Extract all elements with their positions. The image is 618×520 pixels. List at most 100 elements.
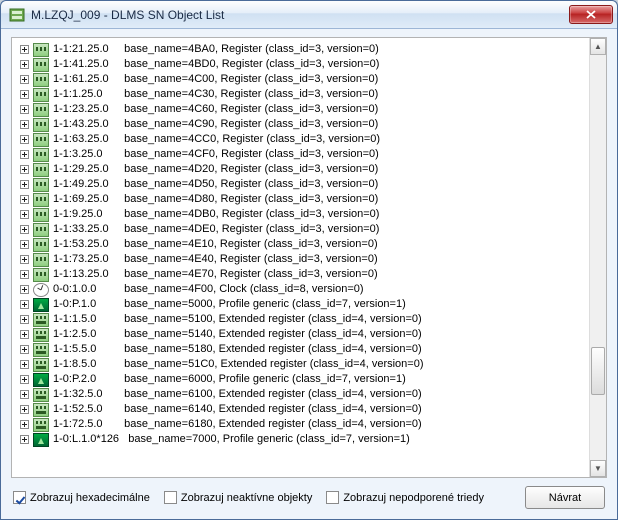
register-icon [33,73,49,87]
row-description: base_name=5140, Extended register (class… [124,327,422,342]
obis-code: 1-1:5.5.0 [53,342,115,357]
tree-row[interactable]: 1-1:23.25.0 base_name=4C60, Register (cl… [14,102,587,117]
expand-icon[interactable] [20,240,29,249]
expand-icon[interactable] [20,315,29,324]
expand-icon[interactable] [20,225,29,234]
footer: Zobrazuj hexadecimálne Zobrazuj neaktívne… [11,478,607,509]
expand-icon[interactable] [20,375,29,384]
register-icon [33,268,49,282]
titlebar[interactable]: M.LZQJ_009 - DLMS SN Object List [1,1,617,29]
tree-row[interactable]: 1-1:8.5.0 base_name=51C0, Extended regis… [14,357,587,372]
expand-icon[interactable] [20,90,29,99]
obis-code: 1-1:1.5.0 [53,312,115,327]
checkbox-box[interactable] [164,491,177,504]
extended-register-icon [33,358,49,372]
tree-row[interactable]: 1-1:32.5.0 base_name=6100, Extended regi… [14,387,587,402]
tree-row[interactable]: 1-1:52.5.0 base_name=6140, Extended regi… [14,402,587,417]
tree-row[interactable]: 1-0:P.2.0 base_name=6000, Profile generi… [14,372,587,387]
obis-code: 1-1:23.25.0 [53,102,115,117]
close-button[interactable] [569,5,613,24]
register-icon [33,253,49,267]
tree-row[interactable]: 1-1:1.25.0 base_name=4C30, Register (cla… [14,87,587,102]
expand-icon[interactable] [20,135,29,144]
scroll-track[interactable] [590,55,606,460]
tree-row[interactable]: 1-1:49.25.0 base_name=4D50, Register (cl… [14,177,587,192]
row-description: base_name=4BA0, Register (class_id=3, ve… [124,42,379,57]
tree-row[interactable]: 1-1:1.5.0 base_name=5100, Extended regis… [14,312,587,327]
checkbox-label: Zobrazuj hexadecimálne [30,492,150,504]
tree-row[interactable]: 1-1:29.25.0 base_name=4D20, Register (cl… [14,162,587,177]
expand-icon[interactable] [20,45,29,54]
tree-row[interactable]: 1-1:43.25.0 base_name=4C90, Register (cl… [14,117,587,132]
expand-icon[interactable] [20,330,29,339]
obis-code: 1-1:33.25.0 [53,222,115,237]
tree-row[interactable]: 1-1:53.25.0 base_name=4E10, Register (cl… [14,237,587,252]
vertical-scrollbar[interactable]: ▲ ▼ [589,38,606,477]
expand-icon[interactable] [20,150,29,159]
tree-row[interactable]: 1-1:41.25.0 base_name=4BD0, Register (cl… [14,57,587,72]
expand-icon[interactable] [20,405,29,414]
obis-code: 1-1:43.25.0 [53,117,115,132]
expand-icon[interactable] [20,420,29,429]
row-description: base_name=4CC0, Register (class_id=3, ve… [124,132,380,147]
expand-icon[interactable] [20,360,29,369]
tree-row[interactable]: 1-1:21.25.0 base_name=4BA0, Register (cl… [14,42,587,57]
expand-icon[interactable] [20,120,29,129]
tree-row[interactable]: 1-1:9.25.0 base_name=4DB0, Register (cla… [14,207,587,222]
scroll-down-button[interactable]: ▼ [590,460,606,477]
register-icon [33,223,49,237]
tree-row[interactable]: 1-1:2.5.0 base_name=5140, Extended regis… [14,327,587,342]
checkbox-box[interactable] [13,491,26,504]
row-description: base_name=6000, Profile generic (class_i… [124,372,406,387]
expand-icon[interactable] [20,345,29,354]
expand-icon[interactable] [20,300,29,309]
tree-row[interactable]: 1-0:L.1.0*126 base_name=7000, Profile ge… [14,432,587,447]
expand-icon[interactable] [20,75,29,84]
scroll-up-button[interactable]: ▲ [590,38,606,55]
obis-code: 1-1:52.5.0 [53,402,115,417]
expand-icon[interactable] [20,180,29,189]
expand-icon[interactable] [20,60,29,69]
expand-icon[interactable] [20,390,29,399]
tree-row[interactable]: 1-1:61.25.0 base_name=4C00, Register (cl… [14,72,587,87]
tree-row[interactable]: 1-1:3.25.0 base_name=4CF0, Register (cla… [14,147,587,162]
register-icon [33,163,49,177]
checkbox[interactable]: Zobrazuj nepodporené triedy [326,491,484,504]
expand-icon[interactable] [20,435,29,444]
row-description: base_name=5000, Profile generic (class_i… [124,297,406,312]
extended-register-icon [33,328,49,342]
clock-icon [33,283,49,297]
tree-row[interactable]: 1-1:69.25.0 base_name=4D80, Register (cl… [14,192,587,207]
tree-row[interactable]: 1-1:5.5.0 base_name=5180, Extended regis… [14,342,587,357]
extended-register-icon [33,388,49,402]
tree-view[interactable]: 1-1:21.25.0 base_name=4BA0, Register (cl… [11,37,607,478]
profile-icon [33,433,49,447]
tree-row[interactable]: 1-0:P.1.0 base_name=5000, Profile generi… [14,297,587,312]
obis-code: 1-1:72.5.0 [53,417,115,432]
row-description: base_name=6180, Extended register (class… [124,417,422,432]
row-description: base_name=4CF0, Register (class_id=3, ve… [124,147,379,162]
checkbox-box[interactable] [326,491,339,504]
expand-icon[interactable] [20,270,29,279]
checkbox[interactable]: Zobrazuj hexadecimálne [13,491,150,504]
expand-icon[interactable] [20,210,29,219]
scroll-thumb[interactable] [591,347,605,396]
obis-code: 1-0:P.2.0 [53,372,115,387]
tree-row[interactable]: 1-1:72.5.0 base_name=6180, Extended regi… [14,417,587,432]
obis-code: 1-1:21.25.0 [53,42,115,57]
tree-row[interactable]: 1-1:13.25.0 base_name=4E70, Register (cl… [14,267,587,282]
return-button[interactable]: Návrat [525,486,605,509]
expand-icon[interactable] [20,165,29,174]
tree-row[interactable]: 1-1:73.25.0 base_name=4E40, Register (cl… [14,252,587,267]
expand-icon[interactable] [20,285,29,294]
obis-code: 1-1:3.25.0 [53,147,115,162]
row-description: base_name=4DB0, Register (class_id=3, ve… [124,207,379,222]
expand-icon[interactable] [20,105,29,114]
checkbox[interactable]: Zobrazuj neaktívne objekty [164,491,312,504]
tree-row[interactable]: 0-0:1.0.0 base_name=4F00, Clock (class_i… [14,282,587,297]
expand-icon[interactable] [20,255,29,264]
row-description: base_name=6100, Extended register (class… [124,387,422,402]
expand-icon[interactable] [20,195,29,204]
tree-row[interactable]: 1-1:33.25.0 base_name=4DE0, Register (cl… [14,222,587,237]
tree-row[interactable]: 1-1:63.25.0 base_name=4CC0, Register (cl… [14,132,587,147]
